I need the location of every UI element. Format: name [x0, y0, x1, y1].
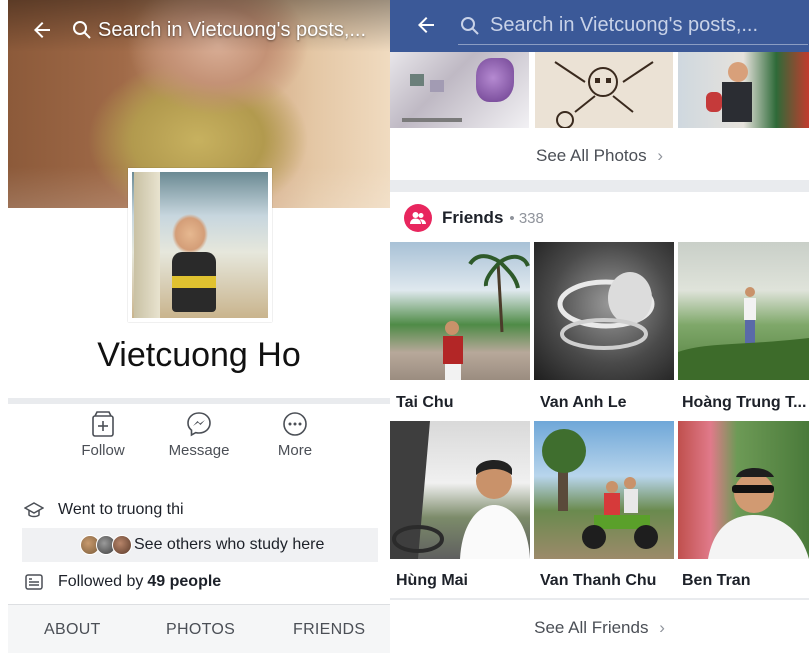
more-label: More: [277, 442, 313, 459]
friend-photo[interactable]: [390, 421, 530, 559]
followed-prefix: Followed by: [58, 573, 144, 590]
search-icon: [72, 20, 92, 40]
messenger-icon: [186, 410, 212, 438]
back-arrow-icon[interactable]: [414, 13, 438, 42]
follow-button[interactable]: Follow: [63, 410, 143, 459]
friend-name[interactable]: Ben Tran: [682, 572, 750, 590]
avatar: [112, 535, 132, 555]
followers-row[interactable]: Followed by 49 people: [24, 572, 384, 592]
chevron-right-icon: ›: [657, 146, 663, 165]
profile-tabs: ABOUT PHOTOS FRIENDS: [8, 604, 390, 653]
section-divider: [390, 598, 809, 600]
education-school[interactable]: truong thi: [117, 501, 184, 519]
search-input[interactable]: Search in Vietcuong's posts,...: [98, 19, 366, 42]
friend-photo[interactable]: [534, 421, 674, 559]
follow-label: Follow: [81, 442, 125, 459]
study-link-text: See others who study here: [134, 536, 325, 553]
education-row[interactable]: Went to truong thi: [23, 500, 384, 520]
tab-about[interactable]: ABOUT: [44, 621, 101, 639]
more-icon: [282, 410, 308, 438]
top-bar: Search in Vietcuong's posts,...: [390, 0, 809, 52]
friend-name[interactable]: Van Thanh Chu: [540, 572, 656, 590]
friend-photo[interactable]: [390, 242, 530, 380]
see-others-study-link[interactable]: See others who study here: [22, 528, 378, 562]
profile-actions: Follow Message More: [8, 410, 390, 470]
friend-photo[interactable]: [534, 242, 674, 380]
search-input[interactable]: Search in Vietcuong's posts,...: [490, 14, 758, 37]
friends-icon: [404, 204, 432, 232]
photo-thumbnail[interactable]: [678, 52, 809, 128]
photo-thumbnail[interactable]: [535, 52, 673, 129]
friends-panel: Search in Vietcuong's posts,... See All …: [390, 0, 809, 653]
tab-friends[interactable]: FRIENDS: [293, 621, 365, 639]
friend-name[interactable]: Hoàng Trung T...: [682, 394, 806, 412]
education-prefix: Went to: [58, 501, 113, 518]
friend-name[interactable]: Van Anh Le: [540, 394, 627, 412]
message-button[interactable]: Message: [159, 410, 239, 459]
profile-picture[interactable]: [128, 168, 272, 322]
photo-thumbnail[interactable]: [390, 52, 529, 128]
profile-name: Vietcuong Ho: [97, 336, 301, 374]
search-bar[interactable]: Search in Vietcuong's posts,...: [8, 0, 390, 62]
chevron-right-icon: ›: [659, 618, 665, 637]
followers-count: 49 people: [147, 573, 222, 590]
divider: [8, 398, 390, 404]
search-icon: [460, 16, 480, 36]
friend-photo[interactable]: [678, 242, 809, 380]
friend-name[interactable]: Tai Chu: [396, 394, 453, 412]
graduation-cap-icon: [23, 500, 45, 520]
friends-count: • 338: [509, 209, 544, 227]
friends-header[interactable]: Friends • 338: [404, 204, 544, 232]
followers-icon: [24, 572, 44, 592]
tab-photos[interactable]: PHOTOS: [166, 621, 235, 639]
see-all-friends-label: See All Friends: [534, 618, 649, 637]
profile-panel: Search in Vietcuong's posts,... Vietcuon…: [8, 0, 390, 653]
back-arrow-icon[interactable]: [30, 18, 54, 42]
section-divider: [390, 180, 809, 192]
follow-icon: [90, 410, 116, 438]
friend-photo[interactable]: [678, 421, 809, 559]
friends-title: Friends: [442, 208, 504, 227]
see-all-photos-link[interactable]: See All Photos ›: [390, 146, 809, 166]
friend-name[interactable]: Hùng Mai: [396, 572, 468, 590]
more-button[interactable]: More: [255, 410, 335, 459]
see-all-photos-label: See All Photos: [536, 146, 647, 165]
search-underline: [458, 44, 808, 45]
message-label: Message: [168, 442, 230, 459]
see-all-friends-link[interactable]: See All Friends ›: [390, 618, 809, 638]
